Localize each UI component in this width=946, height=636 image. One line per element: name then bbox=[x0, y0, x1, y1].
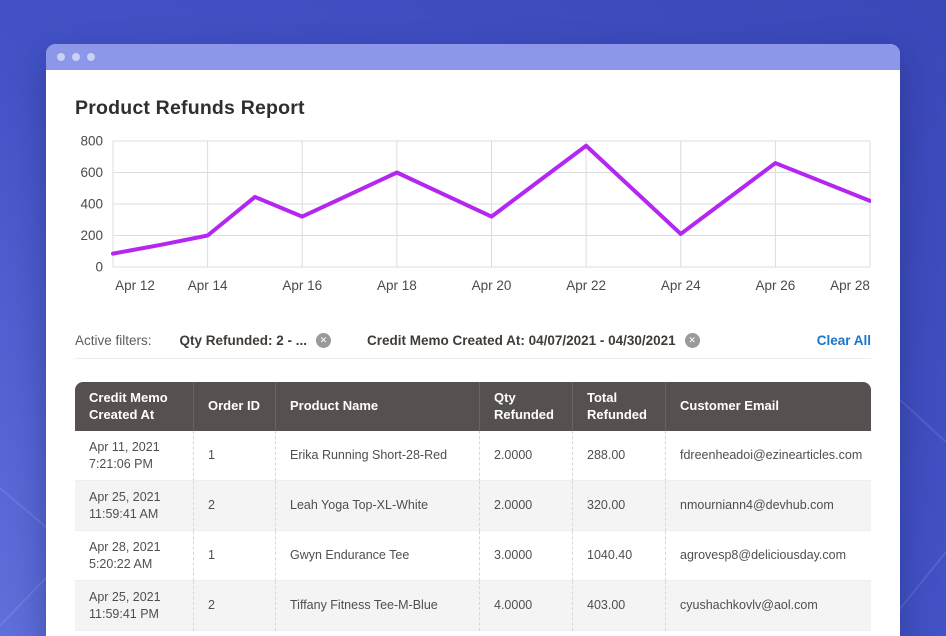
column-header-total-refunded[interactable]: Total Refunded bbox=[572, 382, 665, 431]
svg-text:Apr 24: Apr 24 bbox=[661, 278, 701, 293]
cell-total-refunded: 1040.40 bbox=[572, 531, 665, 581]
window-control-dot-icon[interactable] bbox=[72, 53, 80, 61]
cell-order-id: 1 bbox=[193, 531, 275, 581]
clear-all-link[interactable]: Clear All bbox=[817, 333, 871, 348]
cell-total-refunded: 320.00 bbox=[572, 481, 665, 531]
cell-created-at: Apr 28, 2021 5:20:22 AM bbox=[75, 531, 193, 581]
filter-chip-label: Credit Memo Created At: 04/07/2021 - 04/… bbox=[367, 333, 676, 348]
cell-created-at: Apr 25, 2021 11:59:41 AM bbox=[75, 481, 193, 531]
cell-qty-refunded: 3.0000 bbox=[479, 531, 572, 581]
svg-text:Apr 26: Apr 26 bbox=[755, 278, 795, 293]
table-row: Apr 28, 2021 5:20:22 AM 1 Gwyn Endurance… bbox=[75, 531, 871, 581]
svg-text:400: 400 bbox=[80, 197, 103, 212]
cell-customer-email: cyushachkovlv@aol.com bbox=[665, 581, 871, 631]
column-header-order-id[interactable]: Order ID bbox=[193, 382, 275, 431]
refunds-line-chart: 0 200 400 600 800 Apr 12 Apr 14 Apr 16 Apr 18 Apr… bbox=[75, 134, 871, 298]
window-control-dot-icon[interactable] bbox=[57, 53, 65, 61]
svg-text:Apr 22: Apr 22 bbox=[566, 278, 606, 293]
svg-text:Apr 12: Apr 12 bbox=[115, 278, 155, 293]
table-row: Apr 25, 2021 11:59:41 PM 2 Tiffany Fitne… bbox=[75, 581, 871, 631]
svg-text:Apr 20: Apr 20 bbox=[472, 278, 512, 293]
cell-customer-email: agrovesp8@deliciousday.com bbox=[665, 531, 871, 581]
active-filters-label: Active filters: bbox=[75, 333, 152, 348]
table-header: Credit Memo Created At Order ID Product … bbox=[75, 382, 871, 431]
report-window: Product Refunds Report 0 200 400 600 800 Apr … bbox=[46, 44, 900, 636]
cell-total-refunded: 288.00 bbox=[572, 431, 665, 481]
cell-product-name: Leah Yoga Top-XL-White bbox=[275, 481, 479, 531]
svg-text:Apr 18: Apr 18 bbox=[377, 278, 417, 293]
cell-total-refunded: 403.00 bbox=[572, 581, 665, 631]
cell-customer-email: nmourniann4@devhub.com bbox=[665, 481, 871, 531]
cell-qty-refunded: 2.0000 bbox=[479, 481, 572, 531]
column-header-credit-memo-created-at[interactable]: Credit Memo Created At bbox=[75, 382, 193, 431]
table-row: Apr 25, 2021 11:59:41 AM 2 Leah Yoga Top… bbox=[75, 481, 871, 531]
column-header-product-name[interactable]: Product Name bbox=[275, 382, 479, 431]
window-control-dot-icon[interactable] bbox=[87, 53, 95, 61]
cell-order-id: 2 bbox=[193, 581, 275, 631]
svg-text:0: 0 bbox=[95, 260, 103, 275]
cell-product-name: Tiffany Fitness Tee-M-Blue bbox=[275, 581, 479, 631]
cell-order-id: 1 bbox=[193, 431, 275, 481]
cell-order-id: 2 bbox=[193, 481, 275, 531]
svg-text:Apr 28: Apr 28 bbox=[830, 278, 870, 293]
filter-chip-credit-memo-date: Credit Memo Created At: 04/07/2021 - 04/… bbox=[367, 333, 700, 348]
active-filters-bar: Active filters: Qty Refunded: 2 - ... ✕ … bbox=[75, 333, 871, 359]
svg-text:600: 600 bbox=[80, 165, 103, 180]
remove-filter-icon[interactable]: ✕ bbox=[685, 333, 700, 348]
cell-created-at: Apr 11, 2021 7:21:06 PM bbox=[75, 431, 193, 481]
table-row: Apr 11, 2021 7:21:06 PM 1 Erika Running … bbox=[75, 431, 871, 481]
svg-text:200: 200 bbox=[80, 228, 103, 243]
filter-chip-qty-refunded: Qty Refunded: 2 - ... ✕ bbox=[180, 333, 332, 348]
cell-product-name: Erika Running Short-28-Red bbox=[275, 431, 479, 481]
column-header-qty-refunded[interactable]: Qty Refunded bbox=[479, 382, 572, 431]
cell-product-name: Gwyn Endurance Tee bbox=[275, 531, 479, 581]
svg-text:Apr 16: Apr 16 bbox=[282, 278, 322, 293]
cell-created-at: Apr 25, 2021 11:59:41 PM bbox=[75, 581, 193, 631]
svg-text:Apr 14: Apr 14 bbox=[188, 278, 228, 293]
cell-qty-refunded: 2.0000 bbox=[479, 431, 572, 481]
cell-customer-email: fdreenheadoi@ezinearticles.com bbox=[665, 431, 871, 481]
report-content: Product Refunds Report 0 200 400 600 800 Apr … bbox=[46, 97, 900, 631]
refunds-table: Credit Memo Created At Order ID Product … bbox=[75, 382, 871, 631]
filter-chip-label: Qty Refunded: 2 - ... bbox=[180, 333, 308, 348]
remove-filter-icon[interactable]: ✕ bbox=[316, 333, 331, 348]
line-chart-svg: 0 200 400 600 800 Apr 12 Apr 14 Apr 16 Apr 18 Apr… bbox=[75, 134, 871, 298]
page-title: Product Refunds Report bbox=[75, 97, 871, 120]
window-titlebar bbox=[46, 44, 900, 70]
svg-text:800: 800 bbox=[80, 134, 103, 149]
column-header-customer-email[interactable]: Customer Email bbox=[665, 382, 871, 431]
cell-qty-refunded: 4.0000 bbox=[479, 581, 572, 631]
